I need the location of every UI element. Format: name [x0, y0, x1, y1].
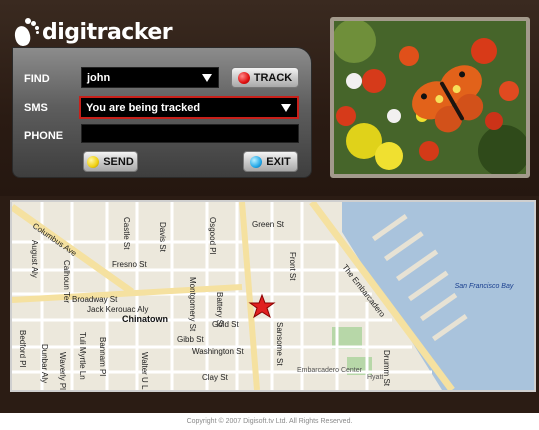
street-label: Washington St [192, 347, 245, 356]
street-label: Drumm St [382, 350, 391, 387]
street-label: Walter U Ln [140, 352, 149, 390]
street-label: Waverly Pl [58, 352, 67, 390]
butterfly-image [334, 21, 526, 174]
send-button[interactable]: SEND [83, 151, 138, 172]
street-label: Jack Kerouac Aly [87, 305, 148, 314]
street-label: Fresno St [112, 260, 147, 269]
phone-input[interactable] [81, 124, 299, 143]
street-label: Front St [288, 252, 297, 281]
street-label: Bedford Pl [18, 330, 27, 368]
phone-label: PHONE [24, 130, 64, 142]
footprint-icon [12, 17, 40, 48]
street-label: Castle St [122, 217, 131, 250]
chevron-down-icon [281, 104, 291, 112]
area-label: Chinatown [122, 314, 168, 324]
street-label: Calhoun Ter [62, 260, 71, 303]
map-view[interactable]: Columbus Ave Broadway St Jack Kerouac Al… [10, 200, 536, 392]
brand-name: digitracker [42, 19, 173, 45]
find-label: FIND [24, 73, 50, 85]
street-label: Clay St [202, 373, 229, 382]
sms-value: You are being tracked [86, 101, 201, 114]
track-button[interactable]: TRACK [231, 67, 299, 88]
sms-label: SMS [24, 102, 48, 114]
street-label: Montgomery St [188, 277, 197, 332]
street-label: Tuli Myrtle Ln [78, 332, 87, 380]
send-label: SEND [103, 155, 134, 168]
area-label: Hyatt [367, 374, 383, 381]
copyright-footer: Copyright © 2007 Digisoft.tv Ltd. All Ri… [186, 418, 353, 425]
send-icon [87, 155, 100, 168]
track-label: TRACK [253, 71, 293, 84]
exit-label: EXIT [266, 155, 291, 168]
area-label: San Francisco Bay [455, 283, 514, 290]
street-label: Battery St [215, 292, 224, 328]
street-label: Gibb St [177, 335, 204, 344]
street-label: Broadway St [72, 295, 118, 304]
find-value: john [87, 71, 111, 84]
chevron-down-icon [202, 74, 212, 82]
sms-select[interactable]: You are being tracked [79, 96, 299, 119]
butterfly-photo [330, 17, 530, 178]
brand-logo: digitracker [12, 17, 173, 48]
street-label: Davis St [158, 222, 167, 253]
street-label: Bannam Pl [98, 337, 107, 376]
app-window: digitracker FIND john TRACK SMS You are … [0, 0, 539, 430]
exit-icon [250, 155, 263, 168]
control-panel: FIND john TRACK SMS You are being tracke… [12, 47, 312, 178]
street-label: Green St [252, 220, 285, 229]
street-label: Osgood Pl [208, 217, 217, 255]
area-label: Embarcadero Center [297, 367, 363, 374]
exit-button[interactable]: EXIT [243, 151, 298, 172]
street-label: Dunbar Aly [40, 344, 49, 383]
find-select[interactable]: john [81, 67, 219, 88]
street-label: August Aly [30, 240, 39, 278]
record-icon [237, 71, 250, 84]
street-map: Columbus Ave Broadway St Jack Kerouac Al… [12, 202, 534, 390]
street-label: Sansome St [275, 322, 284, 366]
